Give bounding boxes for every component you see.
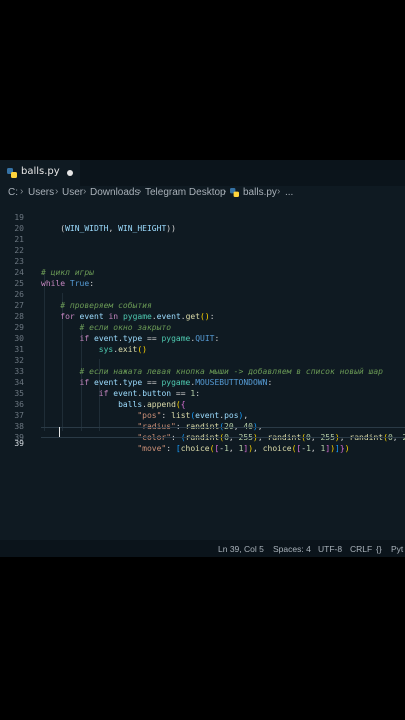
code-line-20: 20 [14,224,24,233]
code-line-32: 32 # если нажата левая кнопка мыши -> до… [14,356,383,376]
code-line-33: 33 if event.type == pygame.MOUSEBUTTONDO… [14,367,273,387]
code-text: "move": [choice([-1, 1]), choice([-1, 1]… [137,444,350,453]
code-line-27: 27 for event in pygame.event.get(): [14,301,215,321]
code-line-24: 24 while True: [14,268,95,288]
chevron-right-icon: › [223,186,227,197]
code-line-22: 22 [14,246,24,255]
breadcrumb-user[interactable]: User [62,187,83,198]
breadcrumb-symbol[interactable]: ... [285,187,293,198]
code-line-28: 28 # если окно закрыто [14,312,172,332]
chevron-right-icon: › [55,186,59,197]
code-line-38: 38 "color": (randint(0, 255), randint(0,… [0,410,405,442]
chevron-right-icon: › [83,186,87,197]
code-line-36: 36 "pos": list(event.pos), [14,400,249,420]
tab-balls-py[interactable]: balls.py [0,160,80,186]
code-line-35: 35 balls.append({ [14,389,186,409]
code-line-active[interactable]: 39 [0,427,405,448]
cursor-position[interactable]: Ln 39, Col 5 [218,544,264,554]
code-editor: balls.py C: › Users › User › Downloads ›… [0,160,405,557]
encoding-setting[interactable]: UTF-8 [318,544,342,554]
code-line-31: 31 [14,345,24,354]
code-line-21: 21 [14,235,24,244]
python-icon [7,168,17,178]
chevron-right-icon: › [20,186,24,197]
breadcrumb-downloads[interactable]: Downloads [90,187,139,198]
breadcrumb-users[interactable]: Users [28,187,54,198]
code-line-34: 34 if event.button == 1: [14,378,201,398]
text-cursor [59,427,60,437]
chevron-right-icon: › [277,186,281,197]
status-bar: Ln 39, Col 5 Spaces: 4 UTF-8 CRLF {} Pyt [0,540,405,557]
code-line-37: 37 "radius": randint(20, 40), [14,411,263,431]
braces-icon[interactable]: {} [376,544,382,554]
active-line-number: 39 [14,439,24,448]
code-line-29: 29 if event.type == pygame.QUIT: [14,323,220,343]
tab-bar: balls.py [0,160,405,186]
python-icon [230,188,239,197]
code-line-26: 26 # проверяем события [14,290,152,310]
code-line-19: 19 (WIN_WIDTH, WIN_HEIGHT)) [14,213,176,233]
code-line-30: 30 sys.exit() [14,334,147,354]
unsaved-dot-icon[interactable] [67,170,73,176]
breadcrumb: C: › Users › User › Downloads › Telegram… [0,186,405,201]
indentation-setting[interactable]: Spaces: 4 [273,544,311,554]
code-line-25: 25 [14,279,24,288]
breadcrumb-drive[interactable]: C: [8,187,18,198]
breadcrumb-file[interactable]: balls.py [243,187,277,198]
language-mode[interactable]: Pyt [391,544,403,554]
eol-setting[interactable]: CRLF [350,544,372,554]
code-area[interactable]: 19 (WIN_WIDTH, WIN_HEIGHT)) 20 21 22 23 … [0,201,405,531]
breadcrumb-telegram-desktop[interactable]: Telegram Desktop [145,187,226,198]
chevron-right-icon: › [138,186,142,197]
tab-label: balls.py [21,166,60,177]
code-line-23: 23 # цикл игры [14,257,94,277]
